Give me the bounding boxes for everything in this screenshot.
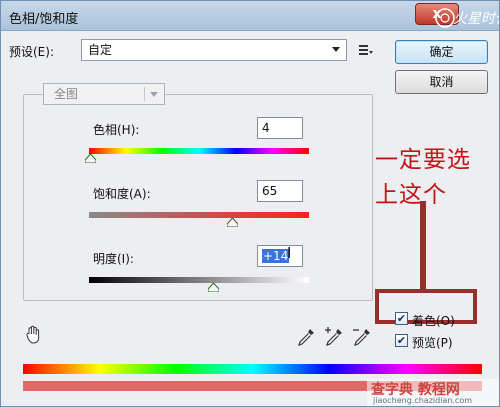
lightness-label: 明度(I): bbox=[93, 252, 134, 266]
hue-saturation-dialog: 色相/饱和度 x 火星时代 预设(E): 自定 确定 取消 全图 色相(H): … bbox=[0, 0, 500, 407]
hue-input[interactable]: 4 bbox=[257, 117, 303, 139]
chevron-down-icon bbox=[332, 47, 340, 52]
annotation-line-2: 上这个 bbox=[375, 182, 447, 208]
hue-label: 色相(H): bbox=[93, 123, 140, 137]
annotation-connector bbox=[420, 201, 426, 291]
saturation-slider-track[interactable] bbox=[89, 212, 309, 218]
lightness-slider-track[interactable] bbox=[89, 277, 309, 283]
hand-adjust-icon[interactable] bbox=[23, 324, 45, 346]
cancel-button[interactable]: 取消 bbox=[395, 70, 488, 94]
preview-label: 预览(P) bbox=[412, 336, 453, 350]
hue-slider-track[interactable] bbox=[89, 148, 309, 154]
preset-options-icon[interactable] bbox=[357, 41, 375, 59]
annotation-text: 一定要选 上这个 bbox=[375, 143, 499, 213]
dropdown-divider bbox=[144, 87, 145, 101]
eyedropper-plus-icon[interactable] bbox=[323, 326, 345, 348]
hxsd-logo: 火星时代 bbox=[435, 8, 499, 28]
text-cursor-icon: I bbox=[287, 244, 292, 262]
adjustment-group bbox=[23, 94, 373, 301]
colorize-checkbox[interactable]: ✔ bbox=[395, 312, 408, 325]
lightness-slider-thumb[interactable] bbox=[208, 283, 219, 292]
lightness-value: +14 bbox=[262, 249, 290, 263]
saturation-slider-thumb[interactable] bbox=[227, 218, 238, 227]
annotation-line-1: 一定要选 bbox=[375, 147, 471, 173]
edit-channel-dropdown: 全图 bbox=[43, 83, 165, 105]
hue-slider-thumb[interactable] bbox=[85, 154, 96, 163]
chevron-down-icon bbox=[150, 92, 158, 97]
window-title: 色相/饱和度 bbox=[9, 12, 79, 27]
lightness-input[interactable]: +14 bbox=[257, 245, 303, 267]
title-bar: 色相/饱和度 x 火星时代 bbox=[1, 1, 499, 31]
source-color-bar bbox=[23, 364, 482, 374]
preset-label: 预设(E): bbox=[9, 45, 54, 59]
svg-text:火星时代: 火星时代 bbox=[453, 11, 499, 27]
colorize-label: 着色(O) bbox=[412, 314, 455, 328]
hue-value: 4 bbox=[262, 121, 270, 135]
saturation-input[interactable]: 65 bbox=[257, 180, 303, 202]
eyedropper-icon[interactable] bbox=[295, 326, 317, 348]
eyedropper-minus-icon[interactable] bbox=[351, 326, 373, 348]
saturation-label: 饱和度(A): bbox=[93, 187, 151, 201]
watermark: 查字典 教程网 jiaocheng.chazidian.com bbox=[367, 379, 499, 406]
preset-dropdown[interactable]: 自定 bbox=[81, 39, 347, 61]
preview-checkbox[interactable]: ✔ bbox=[395, 334, 408, 347]
saturation-value: 65 bbox=[262, 184, 278, 198]
ok-button[interactable]: 确定 bbox=[395, 40, 488, 64]
watermark-url: jiaocheng.chazidian.com bbox=[373, 396, 473, 405]
preset-value: 自定 bbox=[88, 43, 113, 57]
edit-channel-value: 全图 bbox=[54, 87, 79, 101]
